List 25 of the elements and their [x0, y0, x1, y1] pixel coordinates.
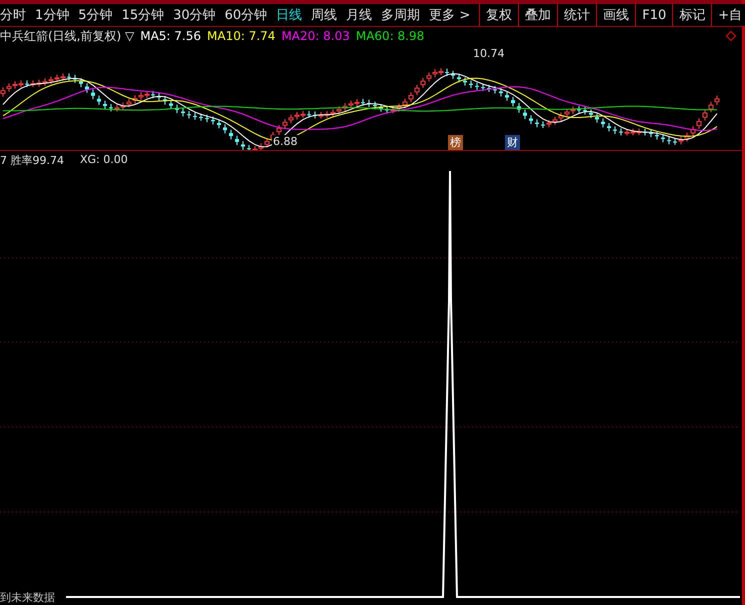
moving-average-value: MA10: 7.74 — [207, 29, 276, 43]
diamond-icon[interactable] — [726, 31, 736, 41]
high-price-label: 10.74 — [472, 47, 506, 60]
chart-title: 中兵红箭(日线,前复权) ▽ — [0, 28, 134, 44]
period-tab[interactable]: 月线 — [346, 6, 372, 24]
period-tab[interactable]: 分时 — [0, 6, 26, 24]
moving-average-value: MA20: 8.03 — [281, 29, 350, 43]
future-data-note: 到未来数据 — [0, 590, 55, 605]
period-tab[interactable]: 多周期 — [381, 6, 420, 24]
period-tab[interactable]: 30分钟 — [173, 6, 216, 24]
period-tab[interactable]: 15分钟 — [122, 6, 164, 24]
period-tab[interactable]: 60分钟 — [224, 6, 268, 24]
period-tab[interactable]: 周线 — [311, 6, 338, 24]
period-tab[interactable]: 5分钟 — [78, 6, 113, 24]
moving-average-value: MA60: 8.98 — [356, 29, 424, 43]
indicator-label: 7 胜率99.74 — [0, 153, 64, 168]
low-price-label: 6.88 — [272, 135, 298, 148]
tool-button[interactable]: +自 — [711, 4, 745, 26]
period-tab[interactable]: 1分钟 — [35, 6, 70, 24]
event-badge[interactable]: 榜 — [448, 135, 463, 150]
period-tab[interactable]: 更多 > — [429, 6, 470, 24]
moving-average-value: MA5: 7.56 — [140, 29, 202, 43]
event-badge[interactable]: 财 — [505, 135, 520, 150]
period-tab[interactable]: 日线 — [276, 6, 302, 24]
indicator-value: XG: 0.00 — [80, 153, 128, 166]
